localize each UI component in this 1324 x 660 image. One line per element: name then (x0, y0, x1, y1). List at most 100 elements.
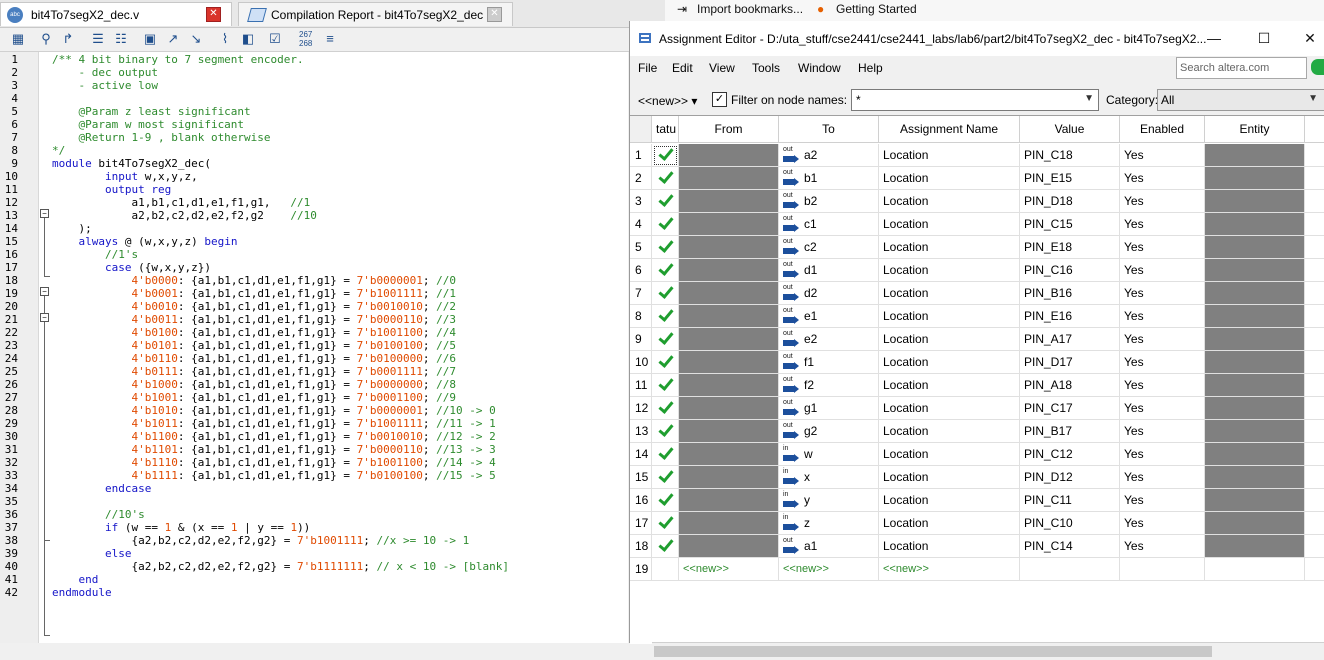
bookmark-icon[interactable]: ▣ (142, 31, 158, 47)
value-cell[interactable]: PIN_D18 (1020, 190, 1120, 213)
import-bookmarks-link[interactable]: Import bookmarks... (697, 2, 803, 16)
table-row[interactable]: 15 in x Location PIN_D12 Yes (630, 466, 1324, 489)
extra-cell[interactable] (1305, 374, 1324, 397)
value-cell[interactable]: PIN_C10 (1020, 512, 1120, 535)
fold-toggle-icon[interactable]: − (40, 209, 49, 218)
from-cell[interactable] (679, 351, 779, 374)
row-number[interactable]: 2 (630, 167, 652, 190)
from-cell[interactable] (679, 190, 779, 213)
code-line[interactable]: endcase (52, 482, 151, 495)
filter-checkbox[interactable]: ✓ (712, 92, 727, 107)
new-to-cell[interactable]: <<new>> (779, 558, 879, 581)
value-cell[interactable]: PIN_C14 (1020, 535, 1120, 558)
close-tab-icon[interactable]: ✕ (206, 7, 221, 22)
extra-cell[interactable] (1305, 535, 1324, 558)
code-line[interactable]: endmodule (52, 586, 112, 599)
extra-cell[interactable] (1305, 420, 1324, 443)
row-number[interactable]: 9 (630, 328, 652, 351)
tab-compilation-report[interactable]: Compilation Report - bit4To7segX2_dec ✕ (238, 2, 513, 26)
extra-cell[interactable] (1305, 236, 1324, 259)
code-line[interactable]: a2,b2,c2,d2,e2,f2,g2 //10 (52, 209, 316, 222)
column-header-extra[interactable] (1305, 116, 1324, 143)
from-cell[interactable] (679, 420, 779, 443)
enabled-cell[interactable]: Yes (1120, 328, 1205, 351)
value-cell[interactable]: PIN_E16 (1020, 305, 1120, 328)
row-number[interactable]: 3 (630, 190, 652, 213)
assignment-table[interactable]: tatu From To Assignment Name Value Enabl… (630, 115, 1324, 644)
to-cell[interactable]: out c2 (779, 236, 879, 259)
row-number[interactable]: 18 (630, 535, 652, 558)
enabled-cell[interactable]: Yes (1120, 282, 1205, 305)
enabled-cell[interactable]: Yes (1120, 489, 1205, 512)
code-line[interactable]: 4'b1100: {a1,b1,c1,d1,e1,f1,g1} = 7'b001… (52, 430, 495, 443)
to-cell[interactable]: out g1 (779, 397, 879, 420)
enabled-cell[interactable]: Yes (1120, 443, 1205, 466)
column-header-to[interactable]: To (779, 116, 879, 143)
menu-file[interactable]: File (638, 61, 657, 75)
from-cell[interactable] (679, 282, 779, 305)
extra-cell[interactable] (1305, 351, 1324, 374)
to-cell[interactable]: out f2 (779, 374, 879, 397)
extra-cell[interactable] (1305, 558, 1324, 581)
from-cell[interactable] (679, 489, 779, 512)
enabled-cell[interactable]: Yes (1120, 259, 1205, 282)
to-cell[interactable]: out b2 (779, 190, 879, 213)
code-line[interactable]: 4'b0110: {a1,b1,c1,d1,e1,f1,g1} = 7'b010… (52, 352, 456, 365)
to-cell[interactable]: in y (779, 489, 879, 512)
check-syntax-icon[interactable]: ☑ (267, 31, 283, 47)
enabled-cell[interactable]: Yes (1120, 512, 1205, 535)
row-number[interactable]: 1 (630, 144, 652, 167)
assignment-name-cell[interactable]: Location (879, 351, 1020, 374)
chevron-down-icon[interactable]: ▼ (1308, 93, 1318, 104)
code-line[interactable]: 4'b0100: {a1,b1,c1,d1,e1,f1,g1} = 7'b100… (52, 326, 456, 339)
enabled-cell[interactable]: Yes (1120, 213, 1205, 236)
assignment-name-cell[interactable]: Location (879, 443, 1020, 466)
assignment-name-cell[interactable]: Location (879, 374, 1020, 397)
enabled-cell[interactable]: Yes (1120, 397, 1205, 420)
code-line[interactable]: output reg (52, 183, 171, 196)
row-number[interactable]: 14 (630, 443, 652, 466)
code-line[interactable]: 4'b0010: {a1,b1,c1,d1,e1,f1,g1} = 7'b001… (52, 300, 456, 313)
table-row[interactable]: 2 out b1 Location PIN_E15 Yes (630, 167, 1324, 190)
code-editor[interactable]: 1 2 3 4 5 6 7 8 9 10 11 12 13 14 15 16 17 18 19 20 21 22 23 24 2… (0, 52, 628, 643)
horizontal-scrollbar[interactable] (652, 642, 1324, 660)
enabled-cell[interactable]: Yes (1120, 374, 1205, 397)
table-row[interactable]: 4 out c1 Location PIN_C15 Yes (630, 213, 1324, 236)
extra-cell[interactable] (1305, 213, 1324, 236)
unindent-icon[interactable]: ☷ (113, 31, 129, 47)
from-cell[interactable] (679, 236, 779, 259)
code-line[interactable]: 4'b1000: {a1,b1,c1,d1,e1,f1,g1} = 7'b000… (52, 378, 456, 391)
extra-cell[interactable] (1305, 397, 1324, 420)
row-number[interactable]: 11 (630, 374, 652, 397)
table-row[interactable]: 17 in z Location PIN_C10 Yes (630, 512, 1324, 535)
row-number[interactable]: 5 (630, 236, 652, 259)
assignment-name-cell[interactable]: Location (879, 167, 1020, 190)
code-line[interactable]: //1's (52, 248, 138, 261)
attach-icon[interactable]: ⌇ (217, 31, 233, 47)
assignment-name-cell[interactable]: Location (879, 213, 1020, 236)
new-assignment-name-cell[interactable]: <<new>> (879, 558, 1020, 581)
entity-cell[interactable] (1205, 190, 1305, 213)
entity-cell[interactable] (1205, 558, 1305, 581)
extra-cell[interactable] (1305, 466, 1324, 489)
enabled-cell[interactable]: Yes (1120, 190, 1205, 213)
entity-cell[interactable] (1205, 236, 1305, 259)
column-header-assignment-name[interactable]: Assignment Name (879, 116, 1020, 143)
extra-cell[interactable] (1305, 328, 1324, 351)
node-name-filter-input[interactable]: * ▼ (851, 89, 1099, 111)
menu-view[interactable]: View (709, 61, 735, 75)
row-number[interactable]: 7 (630, 282, 652, 305)
assignment-name-cell[interactable]: Location (879, 144, 1020, 167)
to-cell[interactable]: in z (779, 512, 879, 535)
from-cell[interactable] (679, 213, 779, 236)
row-number[interactable]: 17 (630, 512, 652, 535)
extra-cell[interactable] (1305, 190, 1324, 213)
close-tab-icon[interactable]: ✕ (487, 7, 502, 22)
code-line[interactable]: @Param z least significant (52, 105, 250, 118)
enabled-cell[interactable]: Yes (1120, 466, 1205, 489)
from-cell[interactable] (679, 328, 779, 351)
corner-header[interactable] (630, 116, 652, 143)
table-row[interactable]: 13 out g2 Location PIN_B17 Yes (630, 420, 1324, 443)
enabled-cell[interactable]: Yes (1120, 535, 1205, 558)
scrollbar-thumb[interactable] (654, 646, 1212, 657)
